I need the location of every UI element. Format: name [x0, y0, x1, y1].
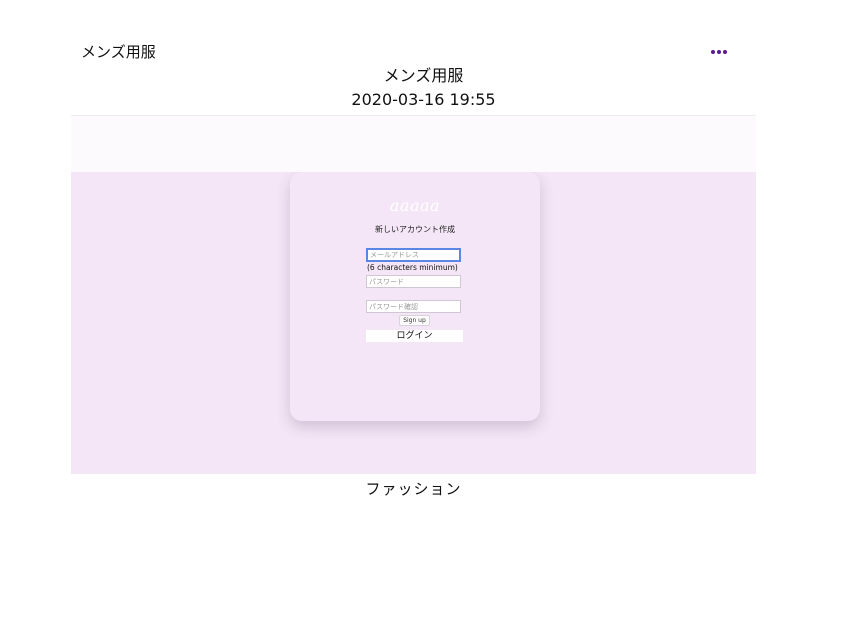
- email-field[interactable]: [366, 248, 461, 262]
- more-options-button[interactable]: [706, 44, 732, 60]
- post-title: メンズ用服: [383, 66, 464, 85]
- embedded-page-frame: aaaaa 新しいアカウント作成 (6 characters minimum) …: [71, 172, 756, 474]
- site-brand[interactable]: メンズ用服: [81, 42, 156, 62]
- login-button[interactable]: ログイン: [366, 330, 463, 342]
- more-horizontal-icon-dot: [717, 50, 721, 54]
- post-date: 2020-03-16 19:55: [351, 90, 496, 109]
- password-field[interactable]: [366, 275, 461, 288]
- more-horizontal-icon: [711, 50, 715, 54]
- signup-card: aaaaa 新しいアカウント作成 (6 characters minimum) …: [290, 172, 540, 421]
- password-confirm-field[interactable]: [366, 300, 461, 313]
- page: メンズ用服 メンズ用服 2020-03-16 19:55 aaaaa 新しいアカ…: [0, 0, 847, 626]
- more-horizontal-icon-dot: [723, 50, 727, 54]
- password-hint: (6 characters minimum): [367, 263, 458, 272]
- embedded-frame-top: [71, 116, 756, 172]
- card-logo: aaaaa: [389, 196, 441, 215]
- post-caption: ファッション: [365, 480, 462, 498]
- signup-button[interactable]: Sign up: [399, 315, 430, 326]
- card-heading: 新しいアカウント作成: [375, 225, 455, 234]
